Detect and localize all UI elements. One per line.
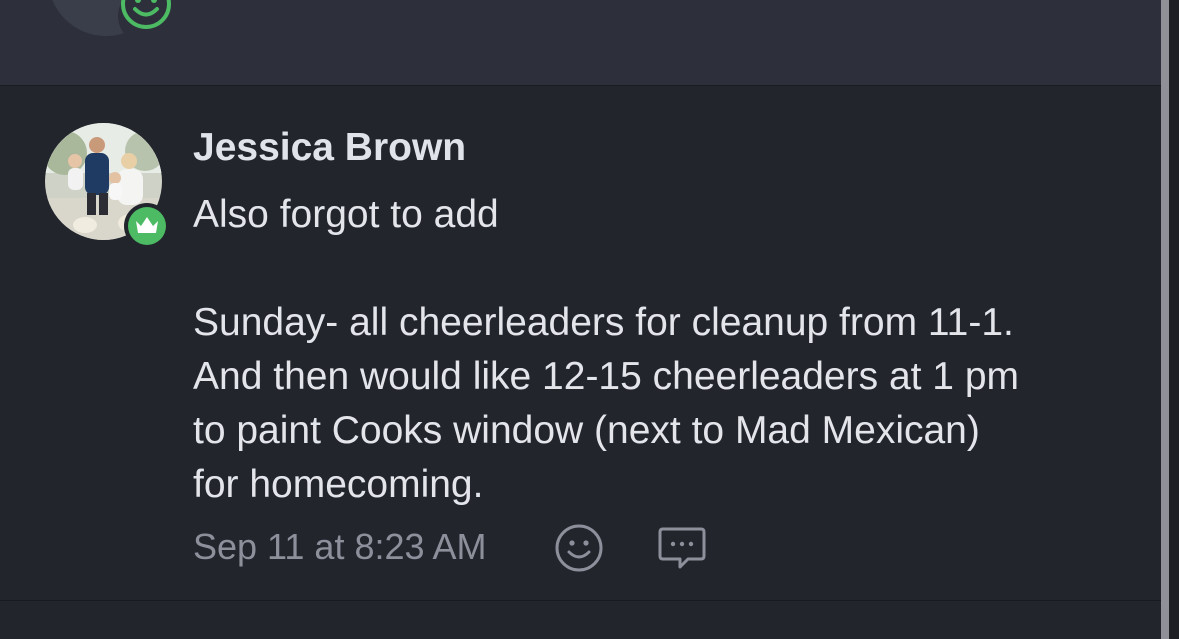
message-line: And then would like 12-15 cheerleaders a…: [193, 355, 1020, 398]
owner-badge: [124, 203, 170, 249]
timestamp: Sep 11 at 8:23 AM: [193, 526, 487, 567]
message-divider: [0, 600, 1161, 601]
message-line: to paint Cooks window (next to Mad Mexic…: [193, 409, 980, 452]
chat-bubble-icon[interactable]: [656, 523, 708, 575]
crown-icon: [136, 217, 158, 233]
smiley-face-icon[interactable]: [554, 523, 604, 573]
message-meta: Sep 11 at 8:23 AM: [193, 523, 706, 572]
smiley-face-icon: [118, 0, 174, 44]
author-name[interactable]: Jessica Brown: [193, 126, 466, 170]
message-line: [193, 242, 1019, 296]
message-body: Also forgot to add Sunday- all cheerlead…: [193, 188, 1019, 512]
message-line: Also forgot to add: [193, 193, 499, 236]
scrollbar-thumb[interactable]: [1161, 0, 1169, 639]
message-line: for homecoming.: [193, 463, 484, 506]
scrollbar-track[interactable]: [1169, 0, 1179, 639]
previous-message: [0, 0, 1161, 86]
message-line: Sunday- all cheerleaders for cleanup fro…: [193, 301, 1014, 344]
chat-message: Jessica Brown Also forgot to add Sunday-…: [0, 86, 1161, 600]
